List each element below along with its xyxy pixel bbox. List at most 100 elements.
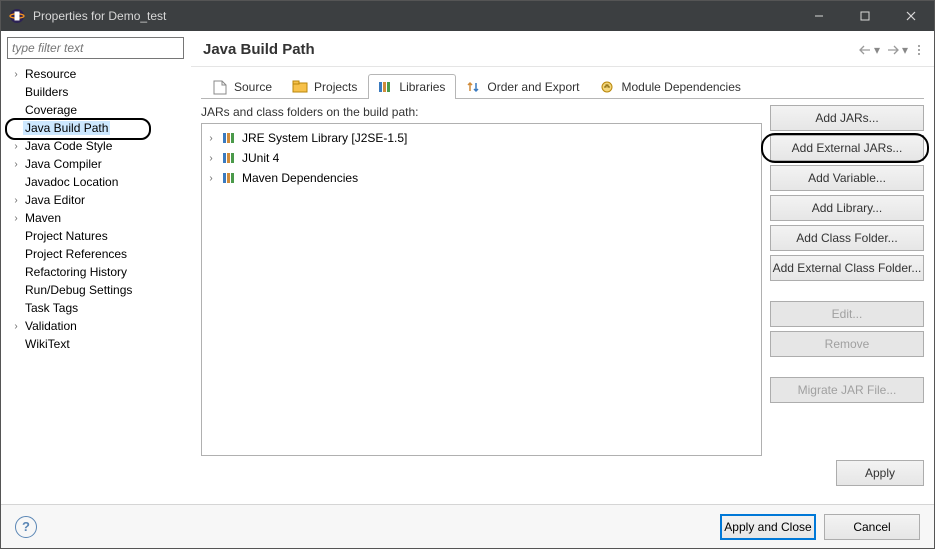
library-label: JUnit 4 bbox=[242, 151, 279, 165]
nav-item[interactable]: ›Java Code Style bbox=[5, 137, 190, 155]
tab-icon bbox=[465, 79, 481, 95]
add-external-jars-button[interactable]: Add External JARs... bbox=[770, 135, 924, 161]
nav-item-label: Java Editor bbox=[23, 193, 87, 207]
chevron-right-icon: › bbox=[204, 173, 218, 184]
page-header: Java Build Path ▾ ▾ bbox=[191, 31, 934, 67]
filter-wrapper bbox=[7, 37, 184, 59]
tab-label: Source bbox=[234, 80, 272, 94]
tab-module-dependencies[interactable]: Module Dependencies bbox=[590, 74, 751, 99]
nav-item[interactable]: Java Build Path bbox=[5, 119, 190, 137]
tab-icon bbox=[377, 79, 393, 95]
library-icon bbox=[222, 132, 238, 144]
add-library-button[interactable]: Add Library... bbox=[770, 195, 924, 221]
nav-item[interactable]: Project References bbox=[5, 245, 190, 263]
libraries-tab-body: JARs and class folders on the build path… bbox=[201, 99, 924, 456]
remove-button: Remove bbox=[770, 331, 924, 357]
dialog-footer: ? Apply and Close Cancel bbox=[1, 504, 934, 548]
help-icon[interactable]: ? bbox=[15, 516, 37, 538]
nav-item-label: Project Natures bbox=[23, 229, 110, 243]
nav-item-label: Run/Debug Settings bbox=[23, 283, 134, 297]
dialog-body: ›ResourceBuildersCoverageJava Build Path… bbox=[1, 31, 934, 504]
nav-item-label: Javadoc Location bbox=[23, 175, 120, 189]
tab-icon bbox=[292, 79, 308, 95]
nav-item-label: Project References bbox=[23, 247, 129, 261]
tab-label: Module Dependencies bbox=[621, 80, 740, 94]
titlebar: Properties for Demo_test bbox=[1, 1, 934, 31]
library-item[interactable]: › Maven Dependencies bbox=[204, 168, 759, 188]
tab-label: Order and Export bbox=[487, 80, 579, 94]
apply-button[interactable]: Apply bbox=[836, 460, 924, 486]
add-external-class-folder-button[interactable]: Add External Class Folder... bbox=[770, 255, 924, 281]
library-item[interactable]: › JRE System Library [J2SE-1.5] bbox=[204, 128, 759, 148]
chevron-right-icon: › bbox=[9, 69, 23, 80]
chevron-right-icon: › bbox=[9, 195, 23, 206]
library-label: JRE System Library [J2SE-1.5] bbox=[242, 131, 407, 145]
nav-item-label: Coverage bbox=[23, 103, 79, 117]
nav-item[interactable]: ›Maven bbox=[5, 209, 190, 227]
nav-item[interactable]: ›Resource bbox=[5, 65, 190, 83]
nav-item-label: Java Code Style bbox=[23, 139, 114, 153]
nav-item-label: Java Build Path bbox=[23, 121, 110, 135]
nav-item[interactable]: Run/Debug Settings bbox=[5, 281, 190, 299]
window-title: Properties for Demo_test bbox=[33, 9, 166, 23]
dialog-window: Properties for Demo_test ›ResourceBuilde… bbox=[0, 0, 935, 549]
nav-item-label: Builders bbox=[23, 85, 70, 99]
nav-item[interactable]: Refactoring History bbox=[5, 263, 190, 281]
nav-item[interactable]: Task Tags bbox=[5, 299, 190, 317]
chevron-right-icon: › bbox=[9, 159, 23, 170]
close-button[interactable] bbox=[888, 1, 934, 31]
page-body: Source Projects Libraries Order and Export M… bbox=[191, 67, 934, 504]
nav-item[interactable]: Coverage bbox=[5, 101, 190, 119]
tab-projects[interactable]: Projects bbox=[283, 74, 368, 99]
nav-item-label: Maven bbox=[23, 211, 63, 225]
nav-item[interactable]: ›Validation bbox=[5, 317, 190, 335]
nav-item[interactable]: ›Java Editor bbox=[5, 191, 190, 209]
minimize-button[interactable] bbox=[796, 1, 842, 31]
nav-item[interactable]: Builders bbox=[5, 83, 190, 101]
tab-bar: Source Projects Libraries Order and Export M… bbox=[201, 73, 924, 99]
migrate-jar-button: Migrate JAR File... bbox=[770, 377, 924, 403]
chevron-right-icon: › bbox=[204, 153, 218, 164]
nav-item[interactable]: ›Java Compiler bbox=[5, 155, 190, 173]
libraries-list[interactable]: › JRE System Library [J2SE-1.5] › JUnit 4 › M… bbox=[201, 123, 762, 456]
tab-icon bbox=[212, 79, 228, 95]
tab-icon bbox=[599, 79, 615, 95]
forward-icon[interactable]: ▾ bbox=[886, 43, 908, 57]
nav-item[interactable]: WikiText bbox=[5, 335, 190, 353]
nav-tree[interactable]: ›ResourceBuildersCoverageJava Build Path… bbox=[1, 63, 190, 504]
nav-item-label: Task Tags bbox=[23, 301, 80, 315]
cancel-button[interactable]: Cancel bbox=[824, 514, 920, 540]
nav-item-label: Java Compiler bbox=[23, 157, 104, 171]
filter-input[interactable] bbox=[7, 37, 184, 59]
tab-source[interactable]: Source bbox=[203, 74, 283, 99]
tab-libraries[interactable]: Libraries bbox=[368, 74, 456, 99]
nav-item[interactable]: Project Natures bbox=[5, 227, 190, 245]
library-label: Maven Dependencies bbox=[242, 171, 358, 185]
library-item[interactable]: › JUnit 4 bbox=[204, 148, 759, 168]
add-variable-button[interactable]: Add Variable... bbox=[770, 165, 924, 191]
content-panel: Java Build Path ▾ ▾ Source Projects Librar… bbox=[191, 31, 934, 504]
add-jars-button[interactable]: Add JARs... bbox=[770, 105, 924, 131]
nav-item-label: Resource bbox=[23, 67, 78, 81]
back-icon[interactable]: ▾ bbox=[858, 43, 880, 57]
apply-and-close-button[interactable]: Apply and Close bbox=[720, 514, 816, 540]
library-icon bbox=[222, 172, 238, 184]
chevron-right-icon: › bbox=[9, 141, 23, 152]
view-menu-icon[interactable] bbox=[914, 44, 924, 56]
nav-item-label: Validation bbox=[23, 319, 79, 333]
add-class-folder-button[interactable]: Add Class Folder... bbox=[770, 225, 924, 251]
chevron-right-icon: › bbox=[9, 213, 23, 224]
tab-label: Projects bbox=[314, 80, 357, 94]
edit-button: Edit... bbox=[770, 301, 924, 327]
chevron-right-icon: › bbox=[9, 321, 23, 332]
tab-label: Libraries bbox=[399, 80, 445, 94]
library-icon bbox=[222, 152, 238, 164]
eclipse-icon bbox=[9, 8, 25, 24]
maximize-button[interactable] bbox=[842, 1, 888, 31]
tab-order-and-export[interactable]: Order and Export bbox=[456, 74, 590, 99]
chevron-right-icon: › bbox=[204, 133, 218, 144]
nav-item[interactable]: Javadoc Location bbox=[5, 173, 190, 191]
page-title: Java Build Path bbox=[203, 41, 852, 58]
nav-item-label: Refactoring History bbox=[23, 265, 129, 279]
libraries-description: JARs and class folders on the build path… bbox=[201, 105, 762, 123]
